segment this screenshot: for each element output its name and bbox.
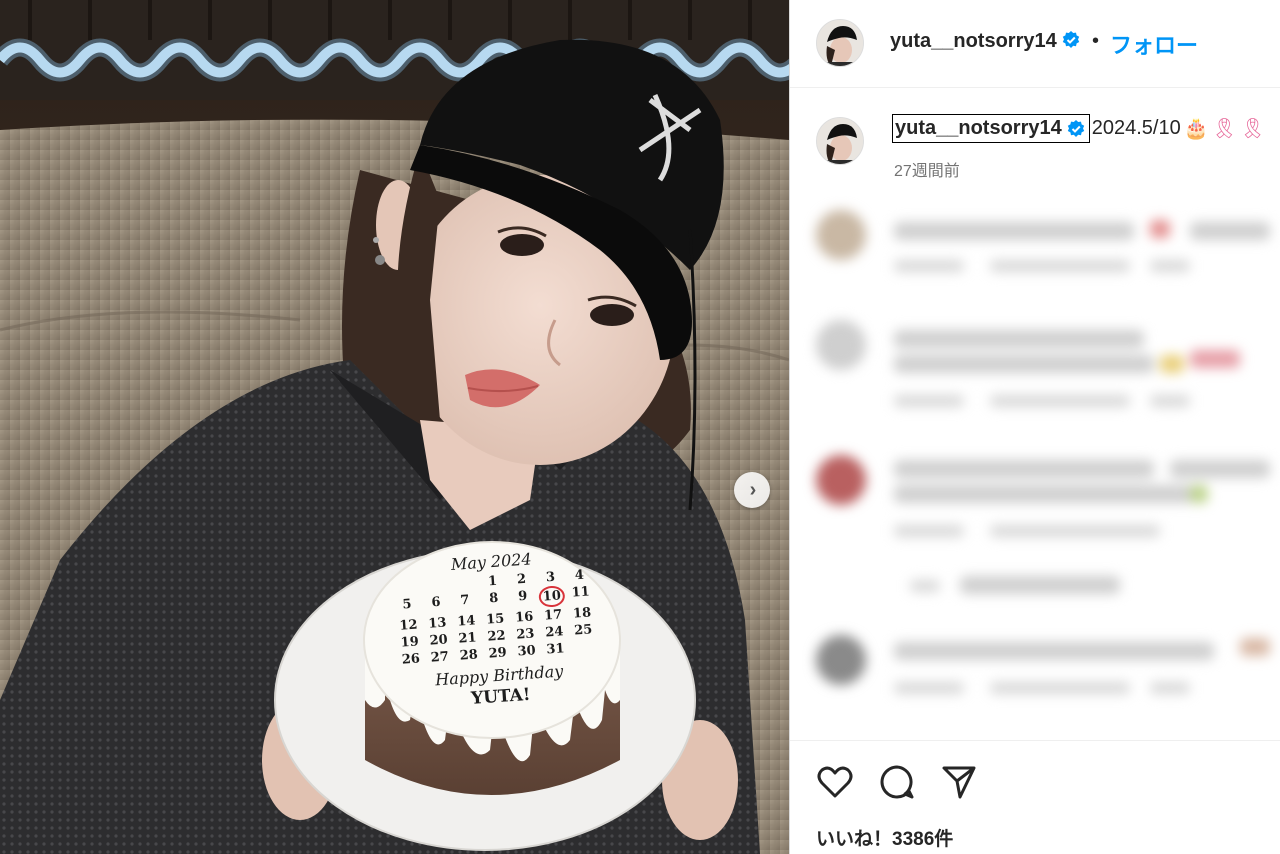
comment-bubble-icon[interactable] <box>878 763 916 801</box>
cake-date: 16 <box>514 609 534 626</box>
heart-icon[interactable] <box>816 763 854 801</box>
post-side-panel: yuta__notsorry14 • フォロー yuta__notsorry14… <box>789 0 1280 854</box>
cake-date: 1 <box>487 573 498 590</box>
cake-date: 21 <box>458 630 478 647</box>
cake-date: 26 <box>401 651 421 668</box>
cake-date: 19 <box>400 634 420 651</box>
cake-date: 31 <box>545 641 566 658</box>
author-username[interactable]: yuta__notsorry14 <box>890 30 1081 53</box>
cake-date: 9 <box>517 588 528 605</box>
cake-date <box>421 576 448 595</box>
cake-date: 18 <box>572 605 592 622</box>
cake-date: 13 <box>427 615 447 632</box>
caption-text: 2024.5/10 🎂 🎗 🎗 <box>1092 116 1266 141</box>
author-avatar[interactable] <box>816 19 864 67</box>
cake-date: 12 <box>398 617 419 634</box>
cake-date-grid: 1 2 3 4 5 6 7 8 9 10 11 12 13 14 15 16 17 18 19 20 21 22 23 24 2… <box>392 566 598 669</box>
likes-count[interactable]: いいね！3386件 <box>816 824 953 851</box>
pink-ribbon-icon: 🎗 <box>1211 118 1238 140</box>
post-header: yuta__notsorry14 • フォロー <box>790 0 1280 88</box>
caption-username[interactable]: yuta__notsorry14 <box>892 114 1090 143</box>
paper-plane-icon[interactable] <box>940 763 978 801</box>
cake-date <box>571 638 598 657</box>
cake-date: 23 <box>515 626 535 643</box>
cake-date: 22 <box>486 628 507 645</box>
follow-button[interactable]: フォロー <box>1110 28 1198 60</box>
post-time-ago: 27週間前 <box>894 163 960 180</box>
cake-date: 15 <box>485 611 505 628</box>
cake-date: 3 <box>545 569 556 586</box>
cake-date: 5 <box>402 596 413 613</box>
cake-date: 8 <box>488 590 499 607</box>
caption-username-text[interactable]: yuta__notsorry14 <box>895 117 1062 140</box>
cake-date: 11 <box>571 584 591 601</box>
cake-date <box>450 574 477 593</box>
cake-calendar: May 2024 1 2 3 4 5 6 7 8 9 10 11 12 13 14 15 16 17 18 19 20… <box>391 545 601 714</box>
photo-illustration <box>0 0 789 854</box>
cake-date: 29 <box>488 645 508 662</box>
cake-date: 25 <box>573 622 593 639</box>
caption-avatar[interactable] <box>816 117 864 165</box>
author-username-text[interactable]: yuta__notsorry14 <box>890 30 1057 52</box>
cake-date: 20 <box>429 632 449 649</box>
cake-date: 2 <box>516 571 527 588</box>
chevron-right-icon: › <box>749 479 757 501</box>
cake-date <box>392 578 419 597</box>
cake-date: 14 <box>456 613 476 630</box>
cake-date: 24 <box>544 624 564 641</box>
caption-date: 2024.5/10 <box>1091 117 1181 139</box>
cake-date: 4 <box>574 567 585 584</box>
cake-date: 10 <box>538 585 566 608</box>
pink-ribbon-icon: 🎗 <box>1240 118 1266 140</box>
cake-date: 6 <box>430 594 442 611</box>
cake-date: 28 <box>459 647 479 664</box>
cake-date: 17 <box>543 607 563 624</box>
comments-list-blurred <box>790 190 1280 730</box>
verified-badge-icon <box>1067 119 1084 137</box>
caption-line: yuta__notsorry14 2024.5/10 🎂 🎗 🎗 <box>892 114 1265 143</box>
next-image-button[interactable]: › <box>734 472 770 508</box>
cake-emoji-icon: 🎂 <box>1183 118 1209 140</box>
header-separator: • <box>1092 30 1100 52</box>
post-photo[interactable]: May 2024 1 2 3 4 5 6 7 8 9 10 11 12 13 14 15 16 17 18 19 20… <box>0 0 789 854</box>
cake-date: 30 <box>517 643 537 660</box>
cake-date: 7 <box>459 592 470 609</box>
verified-badge-icon <box>1062 31 1079 48</box>
cake-date: 27 <box>430 649 450 666</box>
